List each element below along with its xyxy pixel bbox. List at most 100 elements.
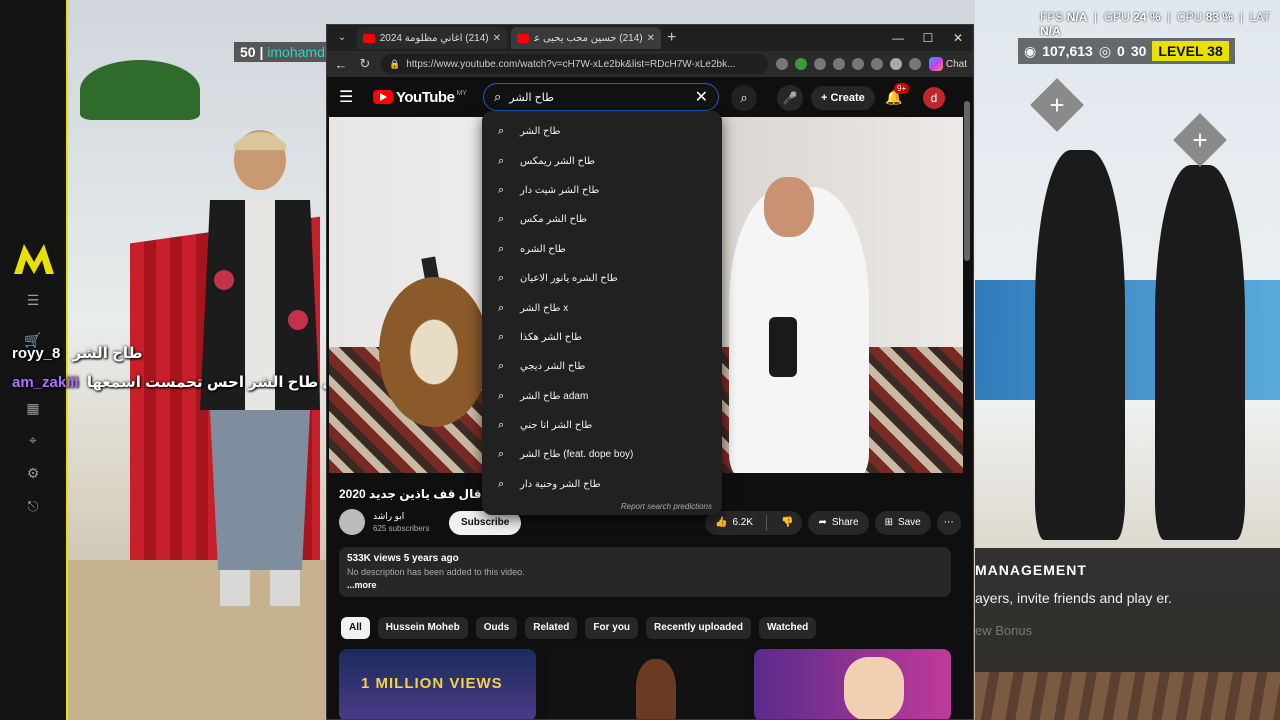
youtube-favicon-icon <box>363 33 375 43</box>
refresh-icon[interactable]: ↻ <box>357 56 373 72</box>
new-tab-icon[interactable]: + <box>667 29 676 47</box>
favorites-icon[interactable] <box>851 58 864 70</box>
video-thumbnail[interactable] <box>546 649 744 719</box>
settings-icon[interactable]: ⚙ <box>22 465 44 481</box>
video-thumbnail[interactable] <box>753 649 951 719</box>
minimize-icon[interactable]: — <box>883 25 913 51</box>
suggestion-item[interactable]: ⌕ طاح الشر وحنية دار <box>482 470 722 499</box>
chat-user: royy_8 <box>12 345 61 362</box>
hamburger-menu-icon[interactable]: ☰ <box>339 87 357 107</box>
description-box[interactable]: 533K views 5 years ago No description ha… <box>339 547 951 597</box>
close-window-icon[interactable]: ✕ <box>943 25 973 51</box>
oud <box>379 277 489 427</box>
account-avatar[interactable]: d <box>923 87 945 109</box>
chip-ouds[interactable]: Ouds <box>475 617 518 639</box>
back-icon[interactable]: ← <box>333 57 349 72</box>
level-badge: LEVEL 38 <box>1152 41 1229 61</box>
views-meta: 533K views 5 years ago <box>347 553 459 564</box>
channel-name[interactable]: ابو راشد <box>373 511 429 522</box>
search-box[interactable]: ⌕ طاح الشر ✕ <box>483 83 719 111</box>
browser-tab[interactable]: (214) اغاني مظلومة 2024 - جربت حـ ✕ <box>357 27 507 49</box>
subscriber-count: 625 subscribers <box>373 524 430 533</box>
suggestion-item[interactable]: ⌕ طاح الشر ديجي <box>482 352 722 381</box>
save-button[interactable]: ⊞ Save <box>874 511 931 535</box>
video-actions: 👍 6.2K 👎 ➦ Share ⊞ Save ⋯ <box>705 511 961 535</box>
more-icon[interactable] <box>908 58 921 70</box>
search-button[interactable]: ⌕ <box>731 85 757 111</box>
search-icon: ⌕ <box>498 125 505 138</box>
management-text: ayers, invite friends and play er. <box>975 590 1172 606</box>
notifications-icon[interactable]: 🔔 9+ <box>885 83 910 106</box>
add-slot-icon[interactable]: + <box>1030 78 1084 132</box>
menu-icon[interactable]: ☰ <box>22 292 44 308</box>
suggestion-item[interactable]: ⌕ طاح الشر x <box>482 293 722 322</box>
exit-icon[interactable]: ⎋ <box>22 498 44 514</box>
suggestion-item[interactable]: ⌕ طاح الشر (feat. dope boy) <box>482 440 722 469</box>
add-slot-icon[interactable]: + <box>1173 113 1227 167</box>
channel-info[interactable]: ابو راشد 625 subscribers <box>339 509 429 535</box>
suggestion-item[interactable]: ⌕ طاح الشر شيت دار <box>482 176 722 205</box>
chip-related[interactable]: Related <box>525 617 578 639</box>
suggestion-text: طاح الشره يانور الاعيان <box>520 273 618 285</box>
chat-message: royy_8 طاح الشر <box>12 344 143 362</box>
suggestion-item[interactable]: ⌕ طاح الشره يانور الاعيان <box>482 264 722 293</box>
chip-watched[interactable]: Watched <box>758 617 817 639</box>
management-card[interactable]: MANAGEMENT ayers, invite friends and pla… <box>975 548 1280 672</box>
suggestion-item[interactable]: ⌕ طاح الشر مكس <box>482 205 722 234</box>
extension-icon[interactable] <box>832 58 845 70</box>
suggestion-item[interactable]: ⌕ طاح الشر <box>482 117 722 146</box>
search-icon: ⌕ <box>498 242 505 255</box>
create-button[interactable]: + Create <box>811 86 875 110</box>
location-icon[interactable]: ⌖ <box>22 432 44 448</box>
close-tab-icon[interactable]: ✕ <box>493 33 501 44</box>
extension-icon[interactable] <box>775 58 788 70</box>
clear-search-icon[interactable]: ✕ <box>695 87 708 107</box>
more-link[interactable]: ...more <box>347 580 943 590</box>
thumbs-up-icon: 👍 <box>715 517 728 528</box>
close-tab-icon[interactable]: ✕ <box>647 33 655 44</box>
suggestion-item[interactable]: ⌕ طاح الشر هكذا <box>482 323 722 352</box>
report-predictions-link[interactable]: Report search predictions <box>621 502 712 511</box>
suggestion-item[interactable]: ⌕ طاح الشر انا جني <box>482 411 722 440</box>
currency-bar: ◉ 107,613 ◎ 0 30 LEVEL 38 <box>1018 38 1235 64</box>
thumbs-down-icon[interactable]: 👎 <box>772 511 802 535</box>
lock-icon: 🔒 <box>389 58 401 69</box>
chip-recently-uploaded[interactable]: Recently uploaded <box>646 617 751 639</box>
token-icon: ◎ <box>1098 42 1112 59</box>
chip-for-you[interactable]: For you <box>585 617 639 639</box>
chip-hussein-moheb[interactable]: Hussein Moheb <box>377 617 468 639</box>
collections-icon[interactable] <box>870 58 883 70</box>
url-field[interactable]: 🔒 https://www.youtube.com/watch?v=cH7W-x… <box>381 54 768 74</box>
chat-text: شغل طاح الشر احس تحمست اسمعها <box>86 374 360 391</box>
suggestion-text: طاح الشر مكس <box>520 214 587 226</box>
tab-actions-icon[interactable]: ⌄ <box>331 28 353 48</box>
video-thumbnail[interactable]: 1 MILLION VIEWS <box>339 649 537 719</box>
chip-all[interactable]: All <box>341 617 370 639</box>
more-actions-icon[interactable]: ⋯ <box>936 511 961 535</box>
coin-icon: ◉ <box>1024 42 1037 59</box>
copilot-button[interactable]: Chat <box>928 57 967 71</box>
suggestion-item[interactable]: ⌕ طاح الشر ريمكس <box>482 146 722 175</box>
player-character <box>200 130 320 606</box>
extension-icon[interactable] <box>794 58 807 70</box>
share-button[interactable]: ➦ Share <box>808 511 869 535</box>
extension-icon[interactable] <box>813 58 826 70</box>
suggestion-item[interactable]: ⌕ طاح الشره <box>482 235 722 264</box>
bookmark-icon: ⊞ <box>884 517 893 528</box>
media-icon[interactable]: ▦ <box>22 400 44 416</box>
search-icon: ⌕ <box>498 183 505 196</box>
maximize-icon[interactable]: ☐ <box>913 25 943 51</box>
voice-search-icon[interactable]: 🎤 <box>777 85 803 111</box>
youtube-logo[interactable]: YouTube MY <box>373 89 467 106</box>
musician-head <box>764 177 814 237</box>
like-button[interactable]: 👍 6.2K 👎 <box>705 511 803 535</box>
search-input[interactable]: طاح الشر <box>501 91 694 104</box>
suggestion-item[interactable]: ⌕ طاح الشر adam <box>482 382 722 411</box>
profile-icon[interactable] <box>889 58 902 70</box>
browser-tab-active[interactable]: (214) حسين محب يحيى عمر قال قف ✕ <box>511 27 661 49</box>
page-scrollbar[interactable] <box>963 81 971 719</box>
channel-avatar[interactable] <box>339 509 365 535</box>
game-right-panel: + + MANAGEMENT ayers, invite friends and… <box>975 0 1280 720</box>
suggestion-text: طاح الشر ديجي <box>520 361 586 373</box>
address-bar: ← ↻ 🔒 https://www.youtube.com/watch?v=cH… <box>327 51 973 77</box>
